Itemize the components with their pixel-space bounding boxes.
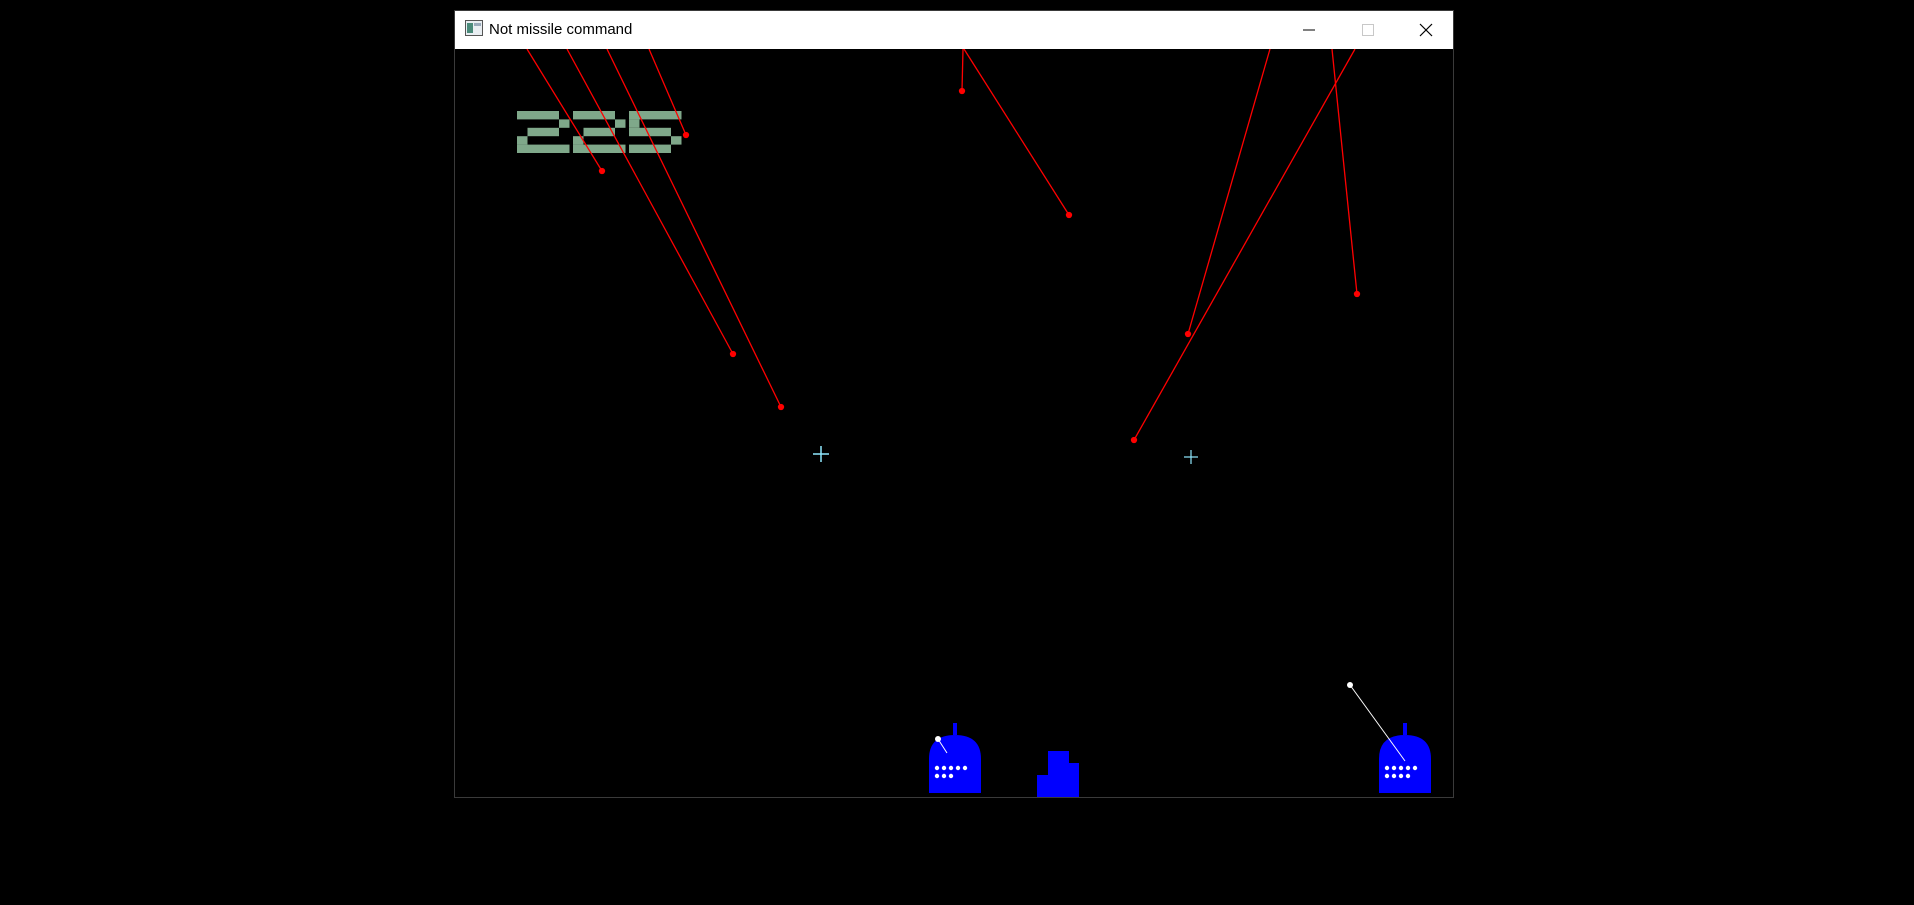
score-digit-pixel: [660, 127, 671, 137]
score-digit-pixel: [559, 144, 570, 153]
score-digit-pixel: [527, 127, 538, 137]
game-window: Not missile command: [454, 10, 1454, 798]
score-digit-pixel: [660, 111, 671, 120]
title-bar: Not missile command: [455, 11, 1453, 49]
score-digit-pixel: [548, 111, 559, 120]
minimize-icon: [1303, 29, 1315, 31]
score-digit-pixel: [629, 119, 640, 128]
score-digit-pixel: [583, 111, 594, 120]
enemy-missile: [963, 49, 1073, 219]
score-digit-pixel: [650, 111, 661, 120]
maximize-button[interactable]: [1339, 11, 1397, 49]
score-digit-pixel: [527, 144, 538, 153]
score-digit-pixel: [615, 119, 626, 128]
crosshair: [813, 446, 829, 462]
enemy-missile: [1331, 49, 1361, 298]
score-digit-pixel: [594, 127, 605, 137]
score-digit-pixel: [594, 144, 605, 153]
score-digit-pixel: [650, 127, 661, 137]
app-window-icon: [465, 20, 483, 36]
enemy-missile: [606, 49, 785, 411]
score-digit-pixel: [660, 144, 671, 153]
player-missile: [1347, 682, 1406, 762]
right-launcher: [1347, 682, 1431, 793]
score-digit-pixel: [527, 111, 538, 120]
left-launcher: [929, 723, 981, 793]
score-digit-pixel: [559, 119, 570, 128]
score-display: [517, 111, 682, 153]
game-canvas[interactable]: [455, 49, 1453, 797]
score-digit-pixel: [573, 144, 584, 153]
game-scene: [517, 49, 1431, 797]
score-digit-pixel: [548, 144, 559, 153]
score-digit-pixel: [538, 127, 549, 137]
enemy-missile: [1130, 49, 1356, 444]
enemy-missile: [1184, 49, 1271, 338]
score-digit-pixel: [639, 144, 650, 153]
window-title: Not missile command: [489, 21, 633, 38]
city: [1037, 751, 1079, 797]
score-digit-pixel: [604, 144, 615, 153]
enemy-missile: [958, 49, 966, 95]
crosshair: [1184, 450, 1198, 464]
enemy-missiles: [526, 49, 1361, 444]
score-digit-pixel: [538, 111, 549, 120]
enemy-missile: [566, 49, 737, 358]
score-digit-pixel: [538, 144, 549, 153]
score-digit-pixel: [671, 136, 682, 145]
score-digit-pixel: [604, 111, 615, 120]
score-digit-pixel: [517, 144, 528, 153]
score-digit-pixel: [517, 111, 528, 120]
minimize-button[interactable]: [1280, 11, 1338, 49]
score-digit-pixel: [548, 127, 559, 137]
score-digit-pixel: [629, 144, 640, 153]
score-digit-pixel: [517, 136, 528, 145]
maximize-icon: [1362, 24, 1374, 36]
enemy-missile: [648, 49, 690, 139]
close-button[interactable]: [1397, 11, 1455, 49]
score-digit-pixel: [583, 127, 594, 137]
score-digit-pixel: [573, 111, 584, 120]
close-icon: [1419, 23, 1433, 37]
score-digit-pixel: [629, 127, 640, 137]
